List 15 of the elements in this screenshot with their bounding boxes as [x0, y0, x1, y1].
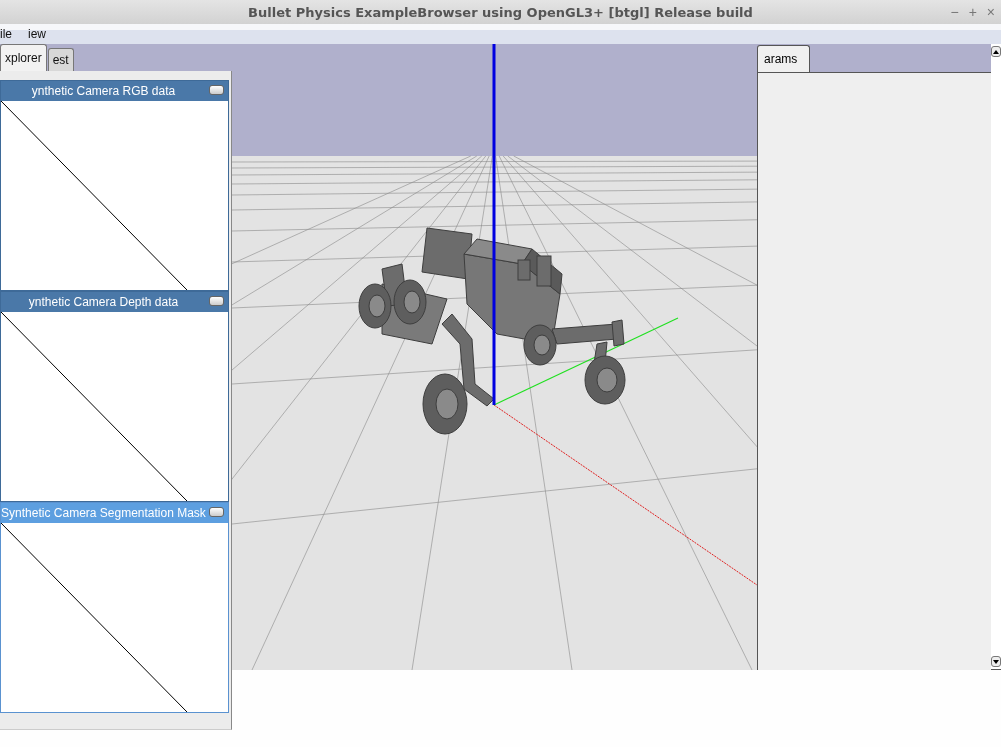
scroll-down-button[interactable]	[991, 656, 1001, 667]
tab[interactable]: arams	[757, 45, 811, 72]
collapse-button[interactable]	[209, 296, 224, 306]
window-title: ynthetic Camera Depth data	[28, 295, 179, 309]
tab[interactable]: xplorer	[0, 44, 47, 71]
tab[interactable]: est	[47, 48, 74, 71]
scrollbar[interactable]	[991, 44, 1001, 670]
collapse-button[interactable]	[209, 507, 224, 517]
collapse-button[interactable]	[209, 85, 224, 95]
window-title: Bullet Physics ExampleBrowser using OpenGL3+ [btgl] Release build	[248, 4, 753, 20]
menu-item[interactable]: ile	[0, 27, 12, 44]
window-title: ynthetic Camera RGB data	[31, 84, 176, 98]
scroll-up-button[interactable]	[991, 46, 1001, 57]
window-title: Synthetic Camera Segmentation Mask	[1, 506, 206, 520]
menu-item[interactable]: iew	[28, 27, 47, 44]
